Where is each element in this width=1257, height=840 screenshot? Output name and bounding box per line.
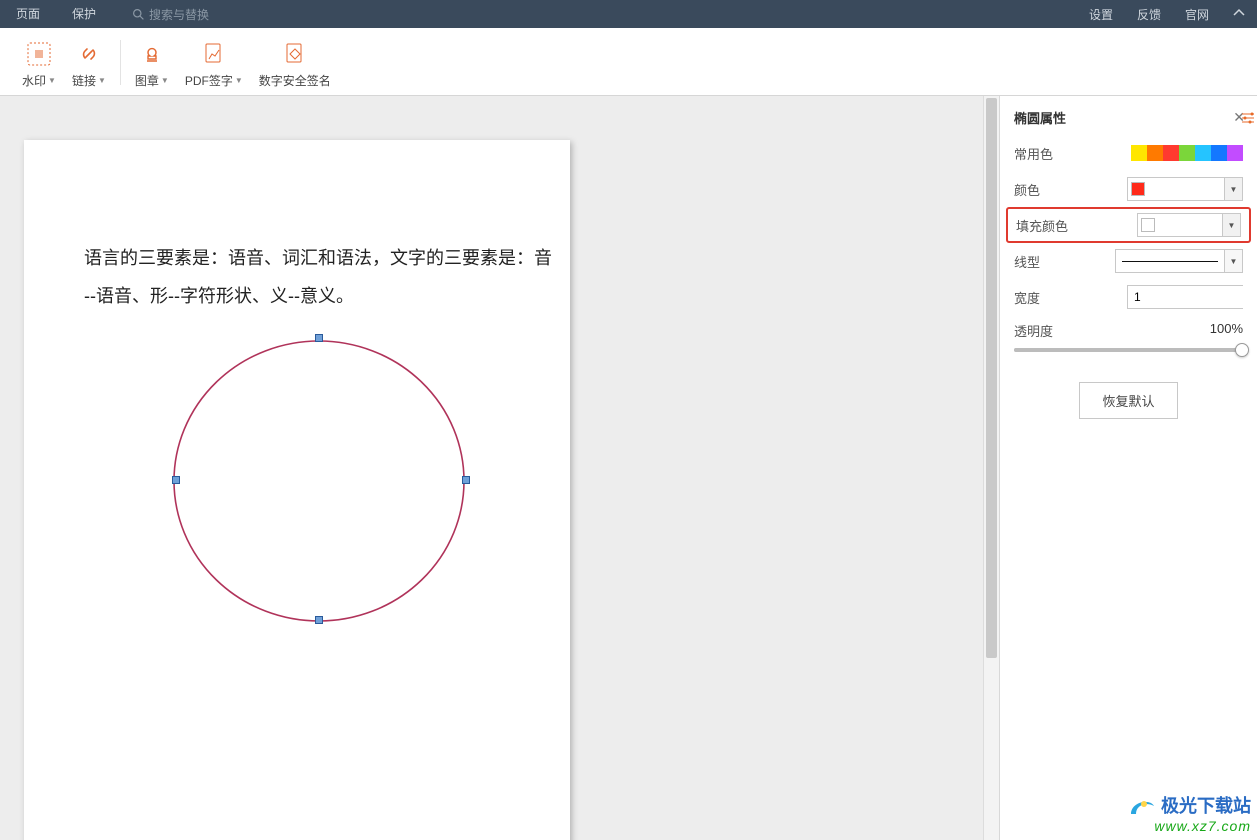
search-box[interactable]: 搜索与替换 (132, 6, 209, 23)
settings-icon[interactable] (1240, 110, 1257, 128)
color-swatch[interactable] (1179, 145, 1195, 161)
color-chip (1131, 182, 1145, 196)
menu-bar: 页面 保护 搜索与替换 设置 反馈 官网 (0, 0, 1257, 28)
search-icon (132, 8, 145, 21)
resize-handle-bottom[interactable] (315, 616, 323, 624)
collapse-icon[interactable] (1221, 7, 1257, 22)
line-preview (1116, 261, 1224, 262)
scrollbar-thumb[interactable] (986, 98, 997, 658)
chevron-down-icon: ▼ (1224, 178, 1242, 200)
label-fill-color: 填充颜色 (1016, 216, 1068, 235)
document-canvas[interactable]: 语言的三要素是：语音、词汇和语法，文字的三要素是：音 --语音、形--字符形状、… (0, 96, 983, 840)
pdf-sign-button[interactable]: PDF签字▼ (177, 36, 251, 91)
opacity-value: 100% (1210, 321, 1243, 340)
workspace: 语言的三要素是：语音、词汇和语法，文字的三要素是：音 --语音、形--字符形状、… (0, 96, 1257, 840)
restore-default-button[interactable]: 恢复默认 (1079, 382, 1177, 419)
color-swatch[interactable] (1131, 145, 1147, 161)
pdf-sign-icon (201, 38, 227, 70)
link-official[interactable]: 官网 (1173, 6, 1221, 23)
common-color-swatches (1131, 145, 1243, 161)
tab-page[interactable]: 页面 (0, 0, 56, 28)
chevron-down-icon: ▼ (235, 76, 243, 85)
chevron-down-icon: ▼ (161, 76, 169, 85)
watermark-logo-icon (1128, 796, 1156, 818)
panel-title: 椭圆属性 (1014, 108, 1066, 127)
chevron-down-icon: ▼ (1222, 214, 1240, 236)
fill-color-dropdown[interactable]: ▼ (1137, 213, 1241, 237)
site-watermark: 极光下载站 www.xz7.com (1128, 792, 1251, 834)
toolbar: 水印▼ 链接▼ 图章▼ PDF签字▼ 数字安全签名 (0, 28, 1257, 96)
document-text: 语言的三要素是：语音、词汇和语法，文字的三要素是：音 --语音、形--字符形状、… (84, 240, 564, 316)
stamp-button[interactable]: 图章▼ (127, 36, 177, 91)
color-dropdown[interactable]: ▼ (1127, 177, 1243, 201)
resize-handle-left[interactable] (172, 476, 180, 484)
fill-chip (1141, 218, 1155, 232)
link-button[interactable]: 链接▼ (64, 36, 114, 91)
label-common-color: 常用色 (1014, 144, 1053, 163)
page: 语言的三要素是：语音、词汇和语法，文字的三要素是：音 --语音、形--字符形状、… (24, 140, 570, 840)
width-field[interactable] (1128, 286, 1257, 308)
color-swatch[interactable] (1147, 145, 1163, 161)
line-type-dropdown[interactable]: ▼ (1115, 249, 1243, 273)
link-feedback[interactable]: 反馈 (1125, 6, 1173, 23)
properties-panel: 椭圆属性 ✕ 常用色 颜色 ▼ 填充颜色 ▼ (999, 96, 1257, 840)
link-settings[interactable]: 设置 (1077, 6, 1125, 23)
vertical-scrollbar[interactable] (983, 96, 999, 840)
stamp-icon (139, 38, 165, 70)
opacity-slider[interactable] (1014, 348, 1243, 352)
digital-sign-button[interactable]: 数字安全签名 (251, 36, 339, 91)
chevron-down-icon: ▼ (98, 76, 106, 85)
watermark-button[interactable]: 水印▼ (14, 36, 64, 91)
tab-protect[interactable]: 保护 (56, 0, 112, 28)
watermark-icon (26, 38, 52, 70)
search-placeholder: 搜索与替换 (149, 6, 209, 23)
label-opacity: 透明度 (1014, 321, 1053, 340)
ellipse-shape[interactable] (164, 326, 474, 636)
color-swatch[interactable] (1211, 145, 1227, 161)
color-swatch[interactable] (1227, 145, 1243, 161)
chevron-down-icon: ▼ (1224, 250, 1242, 272)
slider-knob[interactable] (1235, 343, 1249, 357)
label-width: 宽度 (1014, 288, 1040, 307)
width-input[interactable]: ▲ ▼ (1127, 285, 1243, 309)
color-swatch[interactable] (1163, 145, 1179, 161)
resize-handle-top[interactable] (315, 334, 323, 342)
link-icon (76, 38, 102, 70)
resize-handle-right[interactable] (462, 476, 470, 484)
digital-sign-icon (282, 38, 308, 70)
label-color: 颜色 (1014, 180, 1040, 199)
label-line-type: 线型 (1014, 252, 1040, 271)
color-swatch[interactable] (1195, 145, 1211, 161)
chevron-down-icon: ▼ (48, 76, 56, 85)
